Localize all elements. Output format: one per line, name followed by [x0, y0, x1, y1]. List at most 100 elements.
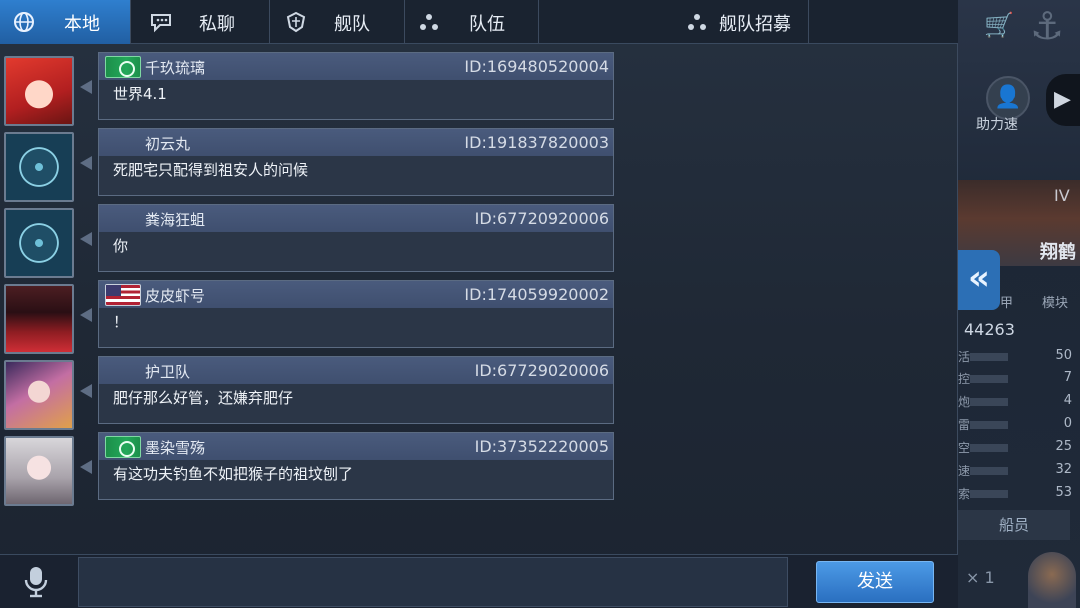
message-header: 皮皮虾号 ID:174059920002	[99, 281, 613, 308]
fleet-emblem-icon-svg	[286, 11, 306, 33]
bubble-pointer	[80, 232, 92, 246]
chat-bubble-icon	[149, 11, 173, 33]
tab-team-label: 队伍	[469, 14, 505, 35]
tab-fleet[interactable]: 舰队	[270, 0, 405, 44]
chat-input-bar: 发送	[0, 554, 958, 608]
message-bubble[interactable]: 千玖琉璃 ID:169480520004 世界4.1	[98, 52, 614, 120]
tab-recruit[interactable]: 舰队招募	[539, 0, 809, 44]
user-avatar[interactable]	[4, 284, 74, 354]
bubble-pointer	[80, 460, 92, 474]
chat-message-input[interactable]	[78, 557, 788, 607]
microphone-icon-svg	[24, 567, 48, 598]
tab-local[interactable]: 本地	[0, 0, 131, 44]
user-avatar[interactable]	[4, 132, 74, 202]
microphone-icon[interactable]	[14, 559, 58, 605]
stat-row: 活 50	[958, 348, 1072, 364]
user-avatar[interactable]	[4, 360, 74, 430]
message-text: ！	[113, 313, 129, 331]
stat-row: 索 53	[958, 485, 1072, 501]
message-header: 粪海狂蛆 ID:67720920006	[99, 205, 613, 232]
sender-name[interactable]: 千玖琉璃	[145, 57, 205, 78]
message-bubble[interactable]: 墨染雪殇 ID:37352220005 有这功夫钓鱼不如把猴子的祖坟刨了	[98, 432, 614, 500]
tab-recruit-label: 舰队招募	[719, 14, 791, 35]
globe-icon	[12, 11, 36, 33]
team-dots-icon	[417, 11, 441, 33]
sender-name[interactable]: 护卫队	[145, 361, 190, 382]
message-bubble[interactable]: 初云丸 ID:191837820003 死肥宅只配得到祖安人的问候	[98, 128, 614, 196]
bubble-pointer	[80, 156, 92, 170]
bubble-pointer	[80, 80, 92, 94]
ship-tier: IV	[1054, 186, 1070, 205]
sender-name[interactable]: 皮皮虾号	[145, 285, 205, 306]
ship-name: 翔鹤	[1040, 242, 1076, 263]
item-count: × 1	[966, 568, 995, 587]
stat-row: 空 25	[958, 439, 1072, 455]
stat-row: 控 7	[958, 370, 1072, 386]
tab-fleet-label: 舰队	[334, 14, 370, 35]
green-emblem-flag-icon	[105, 56, 141, 78]
message-header: 千玖琉璃 ID:169480520004	[99, 53, 613, 80]
message-text: 有这功夫钓鱼不如把猴子的祖坟刨了	[113, 465, 354, 483]
message-item: 墨染雪殇 ID:37352220005 有这功夫钓鱼不如把猴子的祖坟刨了	[0, 424, 620, 506]
message-item: 千玖琉璃 ID:169480520004 世界4.1	[0, 44, 620, 126]
user-avatar[interactable]	[4, 56, 74, 126]
sender-id: ID:37352220005	[474, 437, 609, 456]
shop-cart-icon[interactable]: 🛒	[984, 12, 1014, 38]
bubble-pointer	[80, 308, 92, 322]
user-avatar[interactable]	[4, 208, 74, 278]
user-avatar[interactable]	[4, 436, 74, 506]
tab-private[interactable]: 私聊	[131, 0, 270, 44]
green-emblem-flag-icon	[105, 436, 141, 458]
captain-avatar[interactable]	[1028, 552, 1076, 608]
chat-tab-bar: 本地 私聊 舰队 队伍 舰队招募	[0, 0, 958, 44]
message-text: 死肥宅只配得到祖安人的问候	[113, 161, 309, 179]
sender-name[interactable]: 初云丸	[145, 133, 190, 154]
message-item: 皮皮虾号 ID:174059920002 ！	[0, 272, 620, 354]
crew-button[interactable]: 船员	[958, 510, 1070, 540]
message-header: 初云丸 ID:191837820003	[99, 129, 613, 156]
tab-private-label: 私聊	[199, 14, 235, 35]
sender-name[interactable]: 粪海狂蛆	[145, 209, 205, 230]
stat-row: 炮 4	[958, 393, 1072, 409]
anchor-icon[interactable]: ⚓	[1030, 6, 1070, 46]
collapse-chat-button[interactable]: «	[958, 250, 1000, 310]
stat-row: 速 32	[958, 462, 1072, 478]
message-text: 你	[113, 237, 129, 255]
us-flag-icon	[105, 284, 141, 306]
module-label: 模块	[1042, 296, 1069, 311]
sender-name[interactable]: 墨染雪殇	[145, 437, 205, 458]
arrow-right-icon[interactable]: ▶	[1046, 74, 1080, 126]
bubble-pointer	[80, 384, 92, 398]
tab-team[interactable]: 队伍	[405, 0, 539, 44]
tab-local-label: 本地	[64, 14, 100, 35]
chat-panel: 本地 私聊 舰队 队伍 舰队招募 千玖琉璃 ID:169480520004 世界…	[0, 0, 958, 608]
background-game-panel: 🛒 ⚓ 👤 助力速 ▶ IV 翔鹤 « 甲 模块 44263 活 50 控 7 …	[958, 0, 1080, 608]
message-header: 墨染雪殇 ID:37352220005	[99, 433, 613, 460]
message-item: 护卫队 ID:67729020006 肥仔那么好管，还嫌弃肥仔	[0, 348, 620, 430]
recruit-dots-icon	[685, 11, 709, 33]
stat-row: 雷 0	[958, 416, 1072, 432]
combat-power: 44263	[964, 320, 1015, 339]
sender-id: ID:191837820003	[464, 133, 609, 152]
chat-bubble-icon-svg	[151, 14, 171, 33]
message-header: 护卫队 ID:67729020006	[99, 357, 613, 384]
message-item: 初云丸 ID:191837820003 死肥宅只配得到祖安人的问候	[0, 120, 620, 202]
sender-id: ID:174059920002	[464, 285, 609, 304]
sender-id: ID:67720920006	[474, 209, 609, 228]
message-bubble[interactable]: 护卫队 ID:67729020006 肥仔那么好管，还嫌弃肥仔	[98, 356, 614, 424]
sender-id: ID:169480520004	[464, 57, 609, 76]
message-text: 世界4.1	[113, 85, 167, 103]
message-item: 粪海狂蛆 ID:67720920006 你	[0, 196, 620, 278]
fleet-emblem-icon	[284, 11, 308, 33]
message-text: 肥仔那么好管，还嫌弃肥仔	[113, 389, 294, 407]
recruit-dots-icon-svg	[688, 14, 706, 30]
message-bubble[interactable]: 皮皮虾号 ID:174059920002 ！	[98, 280, 614, 348]
message-bubble[interactable]: 粪海狂蛆 ID:67720920006 你	[98, 204, 614, 272]
globe-icon-svg	[14, 12, 34, 32]
send-button[interactable]: 发送	[816, 561, 934, 603]
sender-id: ID:67729020006	[474, 361, 609, 380]
message-list[interactable]: 千玖琉璃 ID:169480520004 世界4.1 初云丸 ID:191837…	[0, 44, 958, 554]
assist-speed-label: 助力速	[976, 117, 1018, 133]
armor-module-label: 甲	[1000, 296, 1014, 311]
team-dots-icon-svg	[420, 14, 438, 30]
